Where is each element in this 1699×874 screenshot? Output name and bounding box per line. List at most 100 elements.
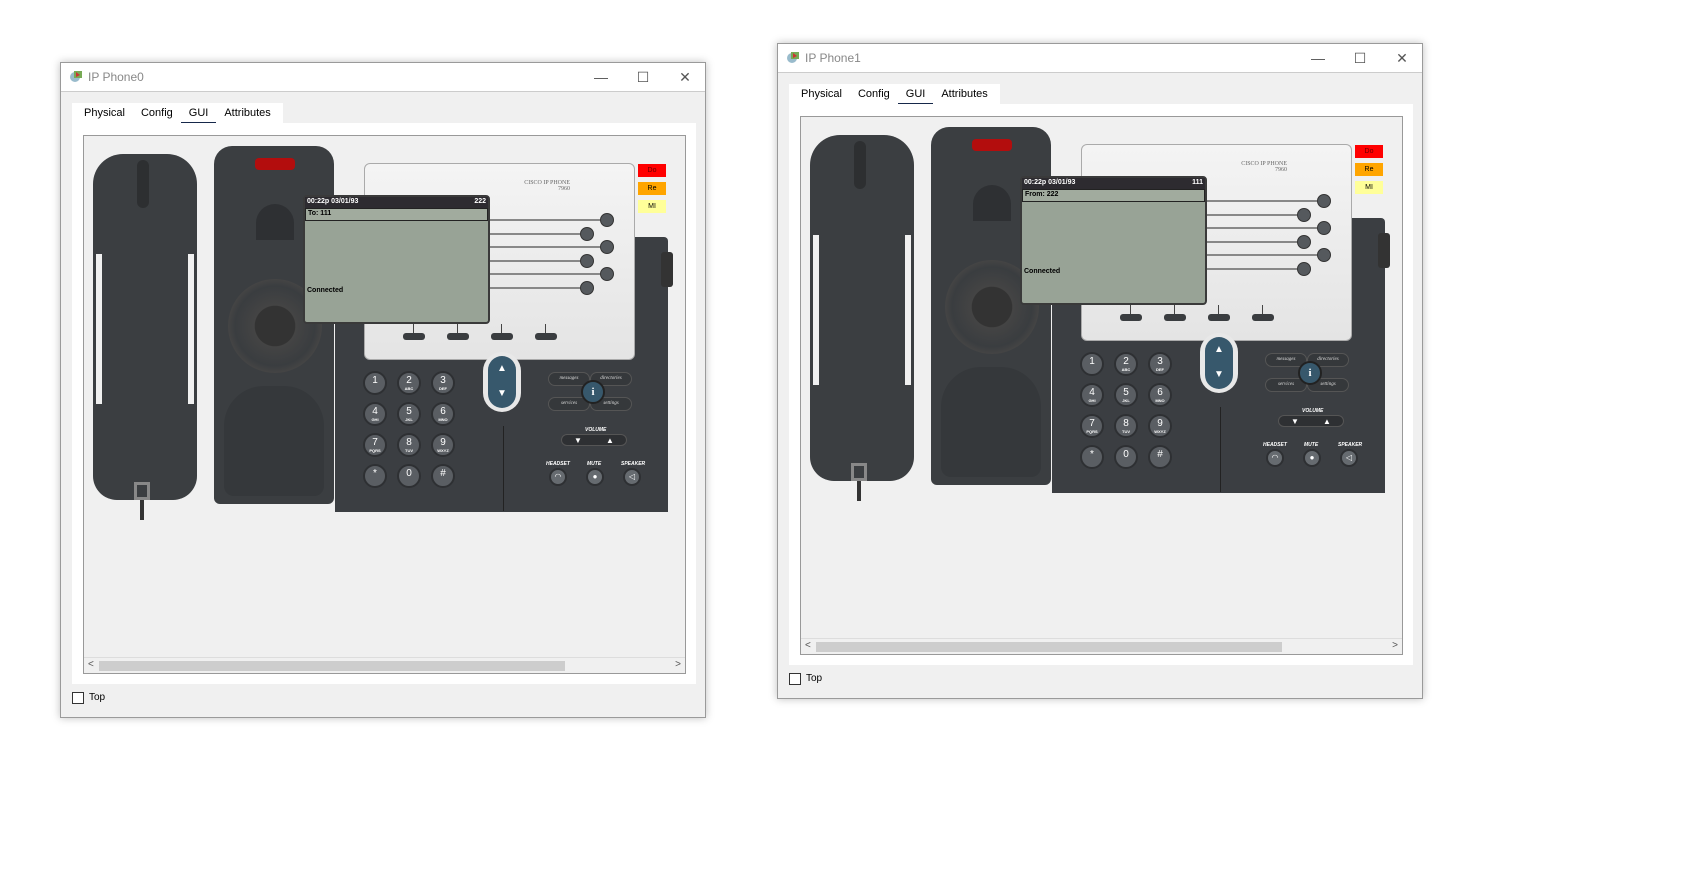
minimize-button[interactable]: — [581,66,621,88]
tab-config[interactable]: Config [850,84,898,104]
line-button[interactable] [580,226,594,241]
info-button[interactable]: i [1298,361,1322,385]
line-button[interactable] [580,253,594,268]
maximize-button[interactable]: ☐ [1340,47,1380,69]
volume-label: VOLUME [585,427,607,433]
keypad-key[interactable]: 1 [1080,352,1104,376]
scroll-left-button[interactable]: < [805,640,811,651]
title-bar[interactable]: IP Phone0 — ☐ ✕ [61,63,705,92]
volume-up-icon[interactable]: ▲ [1323,416,1331,426]
volume-control[interactable]: ▼ ▲ [561,434,627,446]
keypad-key[interactable]: 7 PQRS [1080,414,1104,438]
keypad-key[interactable]: 4 GHI [363,402,387,426]
navigation-button[interactable]: ▲ ▼ [1205,337,1233,389]
info-button[interactable]: i [581,380,605,404]
softkey-button[interactable] [447,333,469,340]
mute-button[interactable]: ● [1303,449,1321,467]
softkey-button[interactable] [535,333,557,340]
line-button[interactable] [1317,194,1331,208]
horizontal-scrollbar[interactable]: < > [801,638,1402,654]
keypad-key[interactable]: 5 JKL [397,402,421,426]
scroll-right-button[interactable]: > [1392,640,1398,651]
title-bar[interactable]: IP Phone1 — ☐ ✕ [778,44,1422,73]
status-button-re[interactable]: Re [1355,163,1383,176]
status-button-mi[interactable]: MI [638,200,666,213]
line-button[interactable] [600,213,614,227]
horizontal-scrollbar[interactable]: < > [84,657,685,673]
scroll-left-button[interactable]: < [88,659,94,670]
mute-button[interactable]: ● [586,468,604,486]
close-button[interactable]: ✕ [1382,47,1422,69]
keypad-key[interactable]: 2 ABC [1114,352,1138,376]
key-digit: 5 [1123,387,1129,398]
tab-attributes[interactable]: Attributes [216,103,278,123]
keypad-key[interactable]: 8 TUV [1114,414,1138,438]
keypad-key[interactable]: 4 GHI [1080,383,1104,407]
softkey-button[interactable] [403,333,425,340]
tab-gui[interactable]: GUI [180,103,217,125]
line-button[interactable] [580,281,594,295]
softkey-button[interactable] [1208,314,1230,321]
status-button-re[interactable]: Re [638,182,666,195]
volume-down-icon[interactable]: ▼ [574,435,582,445]
maximize-button[interactable]: ☐ [623,66,663,88]
keypad-key[interactable]: 3 DEF [431,371,455,395]
headset-button[interactable]: ◠ [1266,449,1284,467]
volume-up-icon[interactable]: ▲ [606,435,614,445]
top-checkbox[interactable] [789,673,801,685]
nav-down-icon[interactable]: ▼ [488,381,516,406]
scroll-right-button[interactable]: > [675,659,681,670]
keypad-key[interactable]: 0 [1114,445,1138,469]
keypad-key[interactable]: * [1080,445,1104,469]
line-button[interactable] [1297,262,1311,276]
status-button-do[interactable]: Do [638,164,666,177]
tab-physical[interactable]: Physical [793,84,850,104]
tab-attributes[interactable]: Attributes [933,84,995,104]
nav-down-icon[interactable]: ▼ [1205,362,1233,387]
volume-down-icon[interactable]: ▼ [1291,416,1299,426]
handset[interactable] [93,154,197,500]
tab-gui[interactable]: GUI [897,84,934,106]
speaker-button[interactable]: ◁ [623,468,641,486]
scrollbar-thumb[interactable] [816,642,1282,652]
keypad-key[interactable]: 1 [363,371,387,395]
scrollbar-thumb[interactable] [99,661,565,671]
handset[interactable] [810,135,914,481]
line-button[interactable] [1297,234,1311,249]
keypad-key[interactable]: 2 ABC [397,371,421,395]
keypad-key[interactable]: 5 JKL [1114,383,1138,407]
keypad-key[interactable]: 7 PQRS [363,433,387,457]
keypad-key[interactable]: 6 MNO [1148,383,1172,407]
keypad-key[interactable]: 3 DEF [1148,352,1172,376]
top-checkbox[interactable] [72,692,84,704]
status-button-do[interactable]: Do [1355,145,1383,158]
nav-up-icon[interactable]: ▲ [1205,337,1233,362]
keypad-key[interactable]: 0 [397,464,421,488]
minimize-button[interactable]: — [1298,47,1338,69]
lcd-datetime: 00:22p 03/01/93 [1024,179,1076,186]
keypad-key[interactable]: 8 TUV [397,433,421,457]
phone-view: CISCO IP PHONE 7960 00:22p 03/01/93 111 Fr… [800,116,1403,655]
keypad-key[interactable]: 9 WXYZ [431,433,455,457]
line-button[interactable] [1297,207,1311,222]
keypad-key[interactable]: 6 MNO [431,402,455,426]
softkey-button[interactable] [1164,314,1186,321]
close-button[interactable]: ✕ [665,66,705,88]
tab-config[interactable]: Config [133,103,181,123]
softkey-button[interactable] [491,333,513,340]
phone-view: CISCO IP PHONE 7960 00:22p 03/01/93 222 To… [83,135,686,674]
speaker-button[interactable]: ◁ [1340,449,1358,467]
tab-physical[interactable]: Physical [76,103,133,123]
softkey-button[interactable] [1120,314,1142,321]
keypad-key[interactable]: 9 WXYZ [1148,414,1172,438]
nav-up-icon[interactable]: ▲ [488,356,516,381]
keypad-key[interactable]: # [1148,445,1172,469]
status-button-mi[interactable]: MI [1355,181,1383,194]
navigation-button[interactable]: ▲ ▼ [488,356,516,408]
volume-control[interactable]: ▼ ▲ [1278,415,1344,427]
headset-button[interactable]: ◠ [549,468,567,486]
key-letters: GHI [1088,398,1096,403]
keypad-key[interactable]: * [363,464,387,488]
softkey-button[interactable] [1252,314,1274,321]
keypad-key[interactable]: # [431,464,455,488]
